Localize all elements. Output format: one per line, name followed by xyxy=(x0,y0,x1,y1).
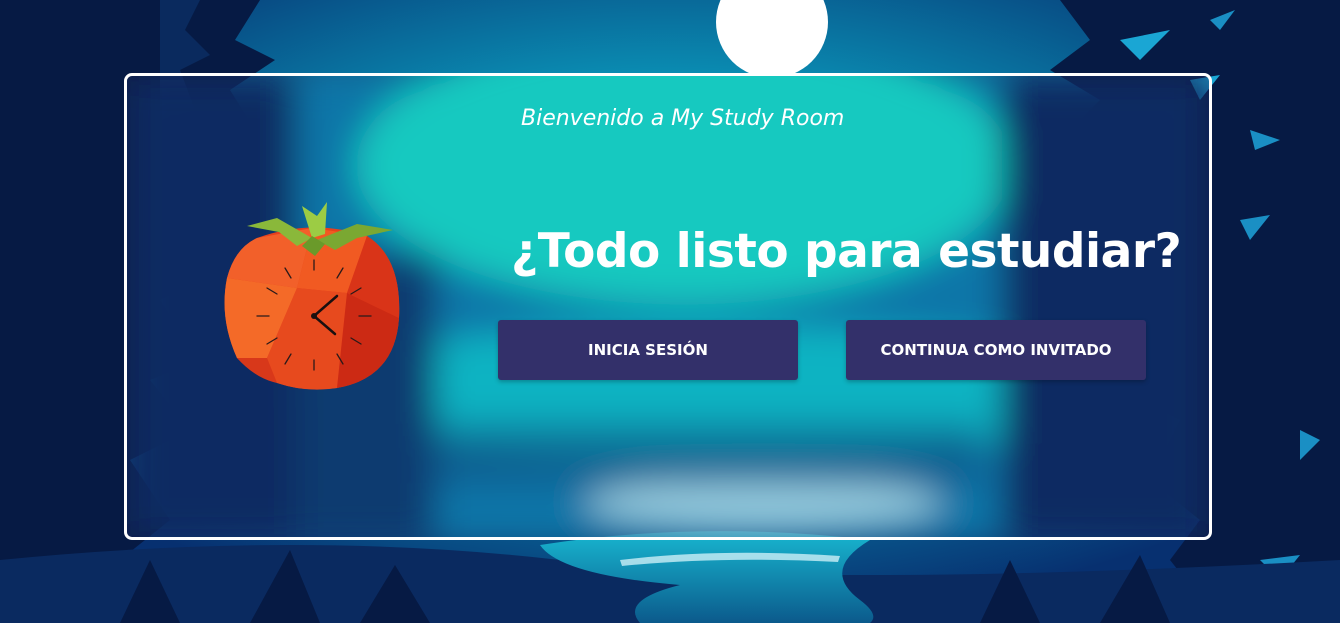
tomato-clock-icon xyxy=(224,202,400,390)
guest-button[interactable]: CONTINUA COMO INVITADO xyxy=(846,320,1146,380)
welcome-subtitle: Bienvenido a My Study Room xyxy=(521,106,845,131)
page-title: ¿Todo listo para estudiar? xyxy=(511,224,1182,279)
welcome-card: Bienvenido a My Study Room ¿Todo listo p… xyxy=(124,73,1212,540)
login-button[interactable]: INICIA SESIÓN xyxy=(498,320,798,380)
